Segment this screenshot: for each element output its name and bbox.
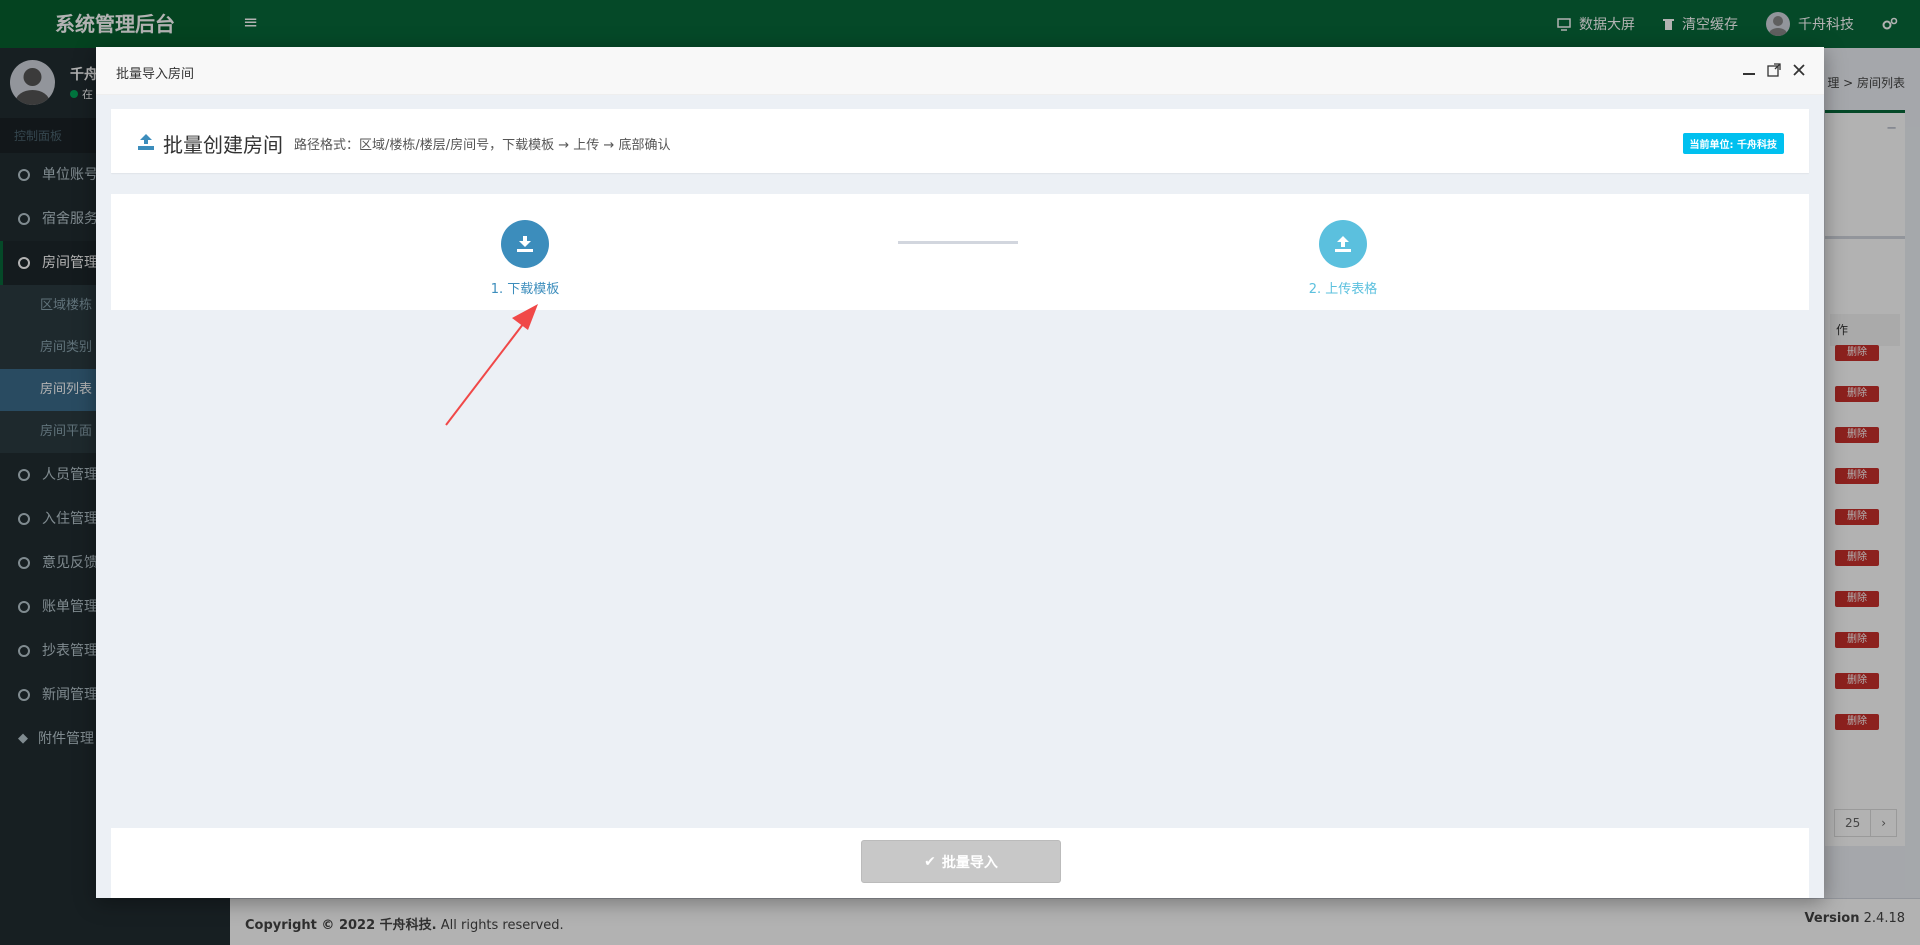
upload-icon	[137, 133, 155, 155]
current-unit-badge: 当前单位: 千舟科技	[1682, 133, 1784, 154]
step-upload-label[interactable]: 2. 上传表格	[1283, 278, 1403, 297]
maximize-icon[interactable]	[1765, 61, 1783, 79]
modal-titlebar: 批量导入房间	[96, 47, 1824, 95]
import-header-panel: 批量创建房间 路径格式：区域/楼栋/楼层/房间号，下载模板 → 上传 → 底部确…	[111, 109, 1809, 173]
batch-import-modal: 批量导入房间 批量创建房间 路径格式：区域/楼栋/楼层/房间号，下载模板 → 上…	[96, 47, 1824, 898]
upload-icon[interactable]	[1319, 220, 1367, 268]
close-icon[interactable]	[1790, 61, 1808, 79]
minimize-icon[interactable]	[1740, 61, 1758, 79]
check-icon: ✔	[924, 853, 936, 870]
modal-title: 批量导入房间	[116, 67, 195, 82]
path-format-hint: 路径格式：区域/楼栋/楼层/房间号，下载模板 → 上传 → 底部确认	[294, 138, 671, 153]
step-divider	[898, 241, 1018, 244]
modal-footer: ✔ 批量导入	[111, 828, 1809, 898]
page-title: 批量创建房间	[163, 133, 283, 157]
step-download-label[interactable]: 1. 下载模板	[465, 278, 585, 297]
batch-import-button[interactable]: ✔ 批量导入	[861, 840, 1061, 883]
step-download-template[interactable]: 1. 下载模板	[465, 220, 585, 297]
import-steps: 1. 下载模板 2. 上传表格	[111, 194, 1809, 310]
download-icon[interactable]	[501, 220, 549, 268]
step-upload-sheet[interactable]: 2. 上传表格	[1283, 220, 1403, 297]
